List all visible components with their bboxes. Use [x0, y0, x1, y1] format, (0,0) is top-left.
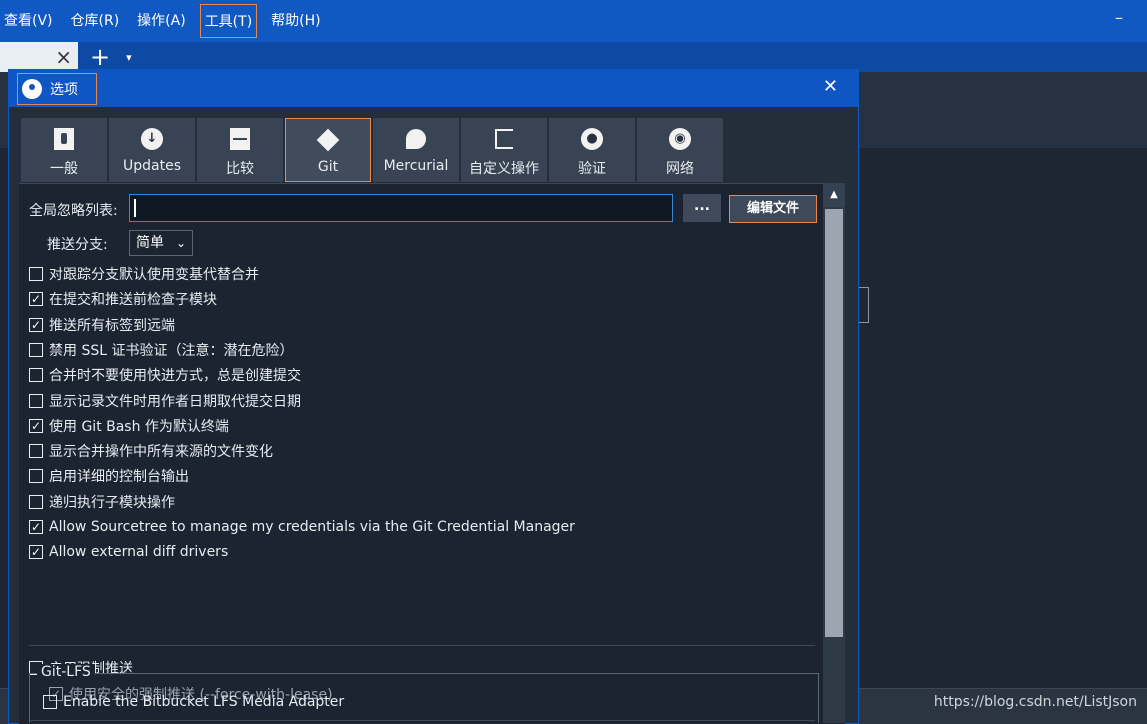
git-settings-panel: 全局忽略列表: ... 编辑文件 推送分支: 简单 ⌄ 对跟踪分支默认使用变基代… — [19, 183, 845, 724]
lfs-adapter-option[interactable]: Enable the Bitbucket LFS Media Adapter — [43, 692, 344, 712]
edit-file-button[interactable]: 编辑文件 — [729, 195, 817, 223]
tab-label: Mercurial — [383, 158, 449, 174]
tab-mercurial[interactable]: Mercurial — [373, 118, 459, 182]
option-label: Allow Sourcetree to manage my credential… — [49, 519, 575, 535]
lfs-adapter-checkbox[interactable] — [43, 695, 57, 709]
custom-actions-icon — [493, 128, 515, 150]
dialog-title: 选项 — [50, 82, 78, 98]
git-option[interactable]: 对跟踪分支默认使用变基代替合并 — [29, 264, 259, 284]
option-checkbox[interactable] — [29, 342, 43, 357]
tab-label: 验证 — [578, 161, 606, 177]
option-label: 使用 Git Bash 作为默认终端 — [49, 418, 229, 435]
menu-repository[interactable]: 仓库(R) — [67, 4, 124, 38]
menu-actions[interactable]: 操作(A) — [133, 4, 190, 38]
diff-icon — [229, 128, 251, 150]
new-tab-icon[interactable]: + — [90, 42, 110, 72]
option-label: 在提交和推送前检查子模块 — [49, 292, 217, 309]
git-option[interactable]: ✓ 使用 Git Bash 作为默认终端 — [29, 416, 229, 436]
git-option[interactable]: 合并时不要使用快进方式，总是创建提交 — [29, 365, 301, 385]
menu-view[interactable]: 查看(V) — [0, 4, 57, 38]
git-option[interactable]: 递归执行子模块操作 — [29, 492, 175, 512]
scroll-up-icon[interactable]: ▲ — [823, 183, 845, 207]
tab-authentication[interactable]: ● 验证 — [549, 118, 635, 182]
option-label: 递归执行子模块操作 — [49, 494, 175, 511]
global-ignore-label: 全局忽略列表: — [29, 203, 118, 219]
option-checkbox[interactable]: ✓ — [29, 545, 43, 560]
tab-label: Git — [317, 159, 339, 175]
menu-bar: 查看(V) 仓库(R) 操作(A) 工具(T) 帮助(H) – — [0, 0, 1147, 42]
git-option[interactable]: ✓ 推送所有标签到远端 — [29, 315, 175, 335]
option-label: 合并时不要使用快进方式，总是创建提交 — [49, 368, 301, 385]
global-ignore-input[interactable] — [129, 194, 673, 222]
git-option[interactable]: ✓ Allow Sourcetree to manage my credentia… — [29, 517, 575, 537]
git-option[interactable]: ✓ 在提交和推送前检查子模块 — [29, 289, 217, 309]
dialog-close-button[interactable]: ✕ — [823, 76, 838, 97]
divider — [29, 645, 815, 646]
text-cursor — [134, 199, 136, 217]
push-branch-label: 推送分支: — [47, 237, 108, 253]
option-label: 启用详细的控制台输出 — [49, 469, 189, 486]
tab-label: 一般 — [50, 161, 78, 177]
option-checkbox[interactable]: ✓ — [29, 292, 43, 307]
tab-dropdown-icon[interactable]: ▾ — [126, 51, 132, 64]
close-tab-icon[interactable]: × — [55, 45, 72, 69]
mercurial-icon — [405, 128, 427, 150]
git-option[interactable]: 启用详细的控制台输出 — [29, 466, 189, 486]
option-checkbox[interactable]: ✓ — [29, 418, 43, 433]
chevron-down-icon: ⌄ — [175, 236, 186, 250]
option-checkbox[interactable] — [29, 444, 43, 459]
tab-git[interactable]: Git — [285, 118, 371, 182]
tab-label: Updates — [123, 158, 181, 174]
push-branch-select[interactable]: 简单 ⌄ — [129, 230, 193, 256]
git-option[interactable]: 显示记录文件时用作者日期取代提交日期 — [29, 391, 301, 411]
tab-label: 网络 — [666, 161, 694, 177]
option-checkbox[interactable]: ✓ — [29, 520, 43, 534]
dialog-title-box: 选项 — [17, 73, 97, 105]
option-checkbox[interactable] — [29, 368, 43, 383]
option-label: 对跟踪分支默认使用变基代替合并 — [49, 267, 259, 283]
option-checkbox[interactable] — [29, 469, 43, 484]
sourcetree-logo-icon — [22, 79, 42, 99]
tab-diff[interactable]: 比较 — [197, 118, 283, 182]
option-checkbox[interactable]: ✓ — [29, 317, 43, 332]
lfs-group-label: Git-LFS — [37, 664, 95, 680]
tab-label: 比较 — [226, 161, 254, 177]
tab-custom-actions[interactable]: 自定义操作 — [461, 118, 547, 182]
minimize-button[interactable]: – — [1115, 8, 1123, 27]
tab-label: 自定义操作 — [469, 161, 539, 177]
options-dialog: 选项 ✕ 一般 ↓ Updates 比较 Git Mercurial 自定义操作 — [8, 69, 859, 724]
lfs-adapter-label: Enable the Bitbucket LFS Media Adapter — [63, 694, 345, 710]
option-label: 显示合并操作中所有来源的文件变化 — [49, 444, 273, 461]
option-checkbox[interactable] — [29, 393, 43, 408]
user-icon: ● — [581, 128, 603, 150]
download-icon: ↓ — [141, 128, 163, 150]
scrollbar-thumb[interactable] — [825, 209, 843, 637]
menu-tools[interactable]: 工具(T) — [199, 4, 258, 38]
tab-updates[interactable]: ↓ Updates — [109, 118, 195, 182]
option-label: 禁用 SSL 证书验证（注意：潜在危险） — [49, 342, 294, 359]
option-label: Allow external diff drivers — [49, 544, 229, 561]
watermark-text: https://blog.csdn.net/ListJson — [933, 694, 1137, 710]
dialog-titlebar: 选项 ✕ — [9, 70, 858, 107]
globe-icon: ◉ — [669, 128, 691, 150]
repo-tab-bar: × + ▾ — [0, 42, 1147, 72]
repo-tab[interactable]: × — [0, 42, 78, 72]
git-option[interactable]: 禁用 SSL 证书验证（注意：潜在危险） — [29, 340, 293, 360]
tab-general[interactable]: 一般 — [21, 118, 107, 182]
option-label: 推送所有标签到远端 — [49, 317, 175, 334]
options-tab-strip: 一般 ↓ Updates 比较 Git Mercurial 自定义操作 ● 验证… — [21, 118, 725, 183]
browse-button[interactable]: ... — [683, 194, 721, 222]
git-option[interactable]: 显示合并操作中所有来源的文件变化 — [29, 441, 273, 461]
tab-network[interactable]: ◉ 网络 — [637, 118, 723, 182]
push-branch-value: 简单 — [136, 235, 164, 251]
git-icon — [316, 128, 340, 152]
menu-help[interactable]: 帮助(H) — [267, 4, 324, 38]
option-checkbox[interactable] — [29, 267, 43, 281]
option-checkbox[interactable] — [29, 494, 43, 509]
option-label: 显示记录文件时用作者日期取代提交日期 — [49, 393, 301, 410]
general-icon — [53, 128, 75, 150]
git-option[interactable]: ✓ Allow external diff drivers — [29, 542, 228, 562]
